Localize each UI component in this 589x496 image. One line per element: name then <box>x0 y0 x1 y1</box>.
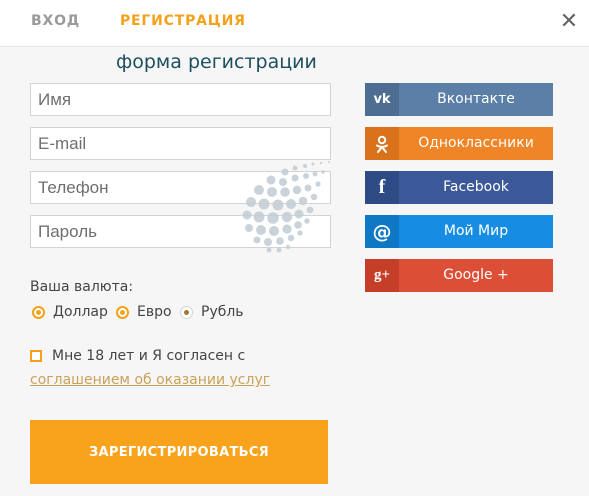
google-plus-login-button[interactable]: g+ Google + <box>365 259 553 292</box>
vk-login-button[interactable]: vk Вконтакте <box>365 83 553 116</box>
radio-circle-icon <box>180 305 193 319</box>
facebook-icon: f <box>365 171 399 204</box>
radio-circle-icon <box>116 305 129 319</box>
tab-bar: ВХОД РЕГИСТРАЦИЯ ✕ <box>0 0 589 47</box>
email-input[interactable] <box>30 127 331 160</box>
moymir-login-button[interactable]: @ Мой Мир <box>365 215 553 248</box>
google-plus-icon: g+ <box>365 259 399 292</box>
odnoklassniki-label: Одноклассники <box>418 135 534 151</box>
currency-label: Ваша валюта: <box>30 279 134 295</box>
vk-label: Вконтакте <box>437 91 515 107</box>
tab-login[interactable]: ВХОД <box>31 13 80 29</box>
form-title: форма регистрации <box>116 51 317 73</box>
terms-link[interactable]: соглашением об оказании услуг <box>30 372 270 388</box>
facebook-label: Facebook <box>443 179 509 195</box>
odnoklassniki-login-button[interactable]: Одноклассники <box>365 127 553 160</box>
currency-option-label: Доллар <box>53 304 108 320</box>
close-icon[interactable]: ✕ <box>559 11 579 33</box>
age-agreement: Мне 18 лет и Я согласен с <box>30 348 245 364</box>
currency-option-label: Евро <box>137 304 172 320</box>
name-input[interactable] <box>30 83 331 116</box>
radio-circle-icon <box>32 305 45 319</box>
currency-radio-ruble[interactable]: Рубль <box>180 304 244 320</box>
google-plus-label: Google + <box>443 267 509 283</box>
moymir-label: Мой Мир <box>443 223 509 239</box>
agreement-checkbox[interactable] <box>30 350 42 362</box>
odnoklassniki-icon <box>365 127 399 160</box>
currency-radio-euro[interactable]: Евро <box>116 304 172 320</box>
facebook-login-button[interactable]: f Facebook <box>365 171 553 204</box>
moymir-icon: @ <box>365 215 399 248</box>
vk-icon: vk <box>365 83 399 116</box>
currency-option-label: Рубль <box>201 304 244 320</box>
register-button[interactable]: ЗАРЕГИСТРИРОВАТЬСЯ <box>30 420 328 484</box>
agreement-text: Мне 18 лет и Я согласен с <box>52 348 246 364</box>
currency-radio-dollar[interactable]: Доллар <box>32 304 108 320</box>
loading-spinner-icon <box>242 161 330 253</box>
tab-register[interactable]: РЕГИСТРАЦИЯ <box>120 13 246 29</box>
